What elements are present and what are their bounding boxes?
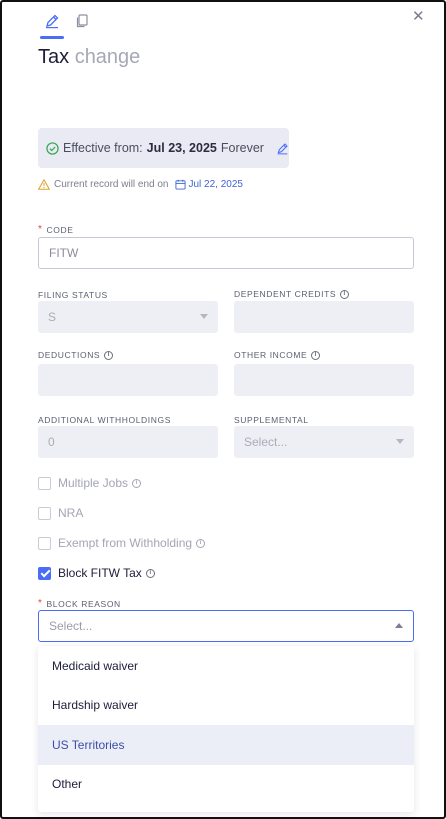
pencil-icon[interactable]: [44, 13, 60, 29]
effective-prefix: Effective from:: [63, 141, 143, 155]
nra-checkbox[interactable]: NRA: [38, 506, 83, 520]
supplemental-label: SUPPLEMENTAL: [234, 415, 309, 425]
block-reason-label: * BLOCK REASON: [38, 598, 121, 609]
required-marker: *: [38, 224, 43, 235]
tax-change-panel: ✕ Tax change Effective from: Jul 23, 202…: [0, 0, 446, 819]
option-medicaid-waiver[interactable]: Medicaid waiver: [38, 646, 414, 686]
warning-icon: [38, 179, 50, 190]
info-icon: i: [311, 350, 321, 360]
other-income-label: OTHER INCOME i: [234, 350, 321, 360]
copy-icon[interactable]: [74, 13, 90, 29]
option-other[interactable]: Other: [38, 765, 414, 805]
end-date-warning: Current record will end on Jul 22, 2025: [38, 179, 243, 190]
block-reason-select[interactable]: Select...: [38, 610, 414, 642]
effective-date-banner: Effective from: Jul 23, 2025 Forever: [38, 128, 289, 168]
calendar-icon: [174, 179, 186, 190]
checkbox-box[interactable]: [38, 536, 51, 550]
chevron-up-icon: [395, 623, 403, 628]
code-label: * CODE: [38, 224, 74, 235]
block-reason-dropdown: Medicaid waiver Hardship waiver US Terri…: [38, 646, 414, 812]
check-circle-icon: [46, 141, 59, 155]
checkbox-box[interactable]: [38, 506, 51, 520]
deductions-field[interactable]: [38, 364, 218, 396]
required-marker: *: [38, 598, 43, 609]
warning-text: Current record will end on: [54, 179, 169, 190]
info-icon: i: [145, 568, 155, 578]
additional-withholdings-label: ADDITIONAL WITHHOLDINGS: [38, 415, 171, 425]
effective-date: Jul 23, 2025: [146, 141, 217, 155]
option-us-territories[interactable]: US Territories: [38, 725, 414, 765]
info-icon: i: [196, 538, 206, 548]
filing-status-label: FILING STATUS: [38, 290, 108, 300]
exempt-from-withholding-checkbox[interactable]: Exempt from Withholding i: [38, 536, 206, 550]
checkbox-box-checked[interactable]: [38, 566, 51, 580]
chevron-down-icon: [396, 439, 404, 444]
additional-withholdings-field[interactable]: 0: [38, 426, 218, 458]
info-icon: i: [104, 350, 114, 360]
close-icon[interactable]: ✕: [412, 7, 425, 25]
info-icon: i: [132, 478, 142, 488]
block-fitw-tax-checkbox[interactable]: Block FITW Tax i: [38, 566, 155, 580]
supplemental-select[interactable]: Select...: [234, 426, 414, 458]
active-tab-indicator: [40, 36, 64, 39]
page-title: Tax change: [38, 46, 141, 68]
info-icon: i: [340, 289, 350, 299]
effective-suffix: Forever: [220, 141, 264, 155]
edit-date-icon[interactable]: [276, 142, 289, 155]
code-field[interactable]: FITW: [38, 237, 414, 269]
deductions-label: DEDUCTIONS i: [38, 350, 114, 360]
checkbox-box[interactable]: [38, 476, 51, 490]
dependent-credits-field[interactable]: [234, 301, 414, 333]
filing-status-select[interactable]: S: [38, 301, 218, 333]
end-date: Jul 22, 2025: [188, 179, 244, 190]
dependent-credits-label: DEPENDENT CREDITS i: [234, 289, 350, 299]
chevron-down-icon: [200, 314, 208, 319]
multiple-jobs-checkbox[interactable]: Multiple Jobs i: [38, 476, 142, 490]
option-hardship-waiver[interactable]: Hardship waiver: [38, 686, 414, 726]
other-income-field[interactable]: [234, 364, 414, 396]
